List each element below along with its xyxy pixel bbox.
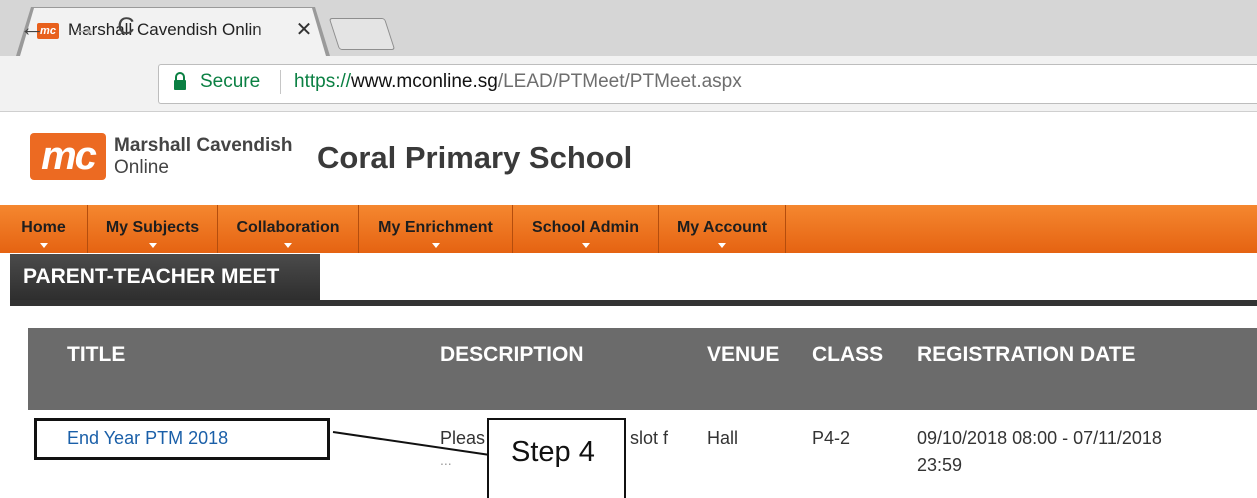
callout-leader-line xyxy=(332,431,491,456)
step-callout: Step 4 xyxy=(487,418,626,498)
